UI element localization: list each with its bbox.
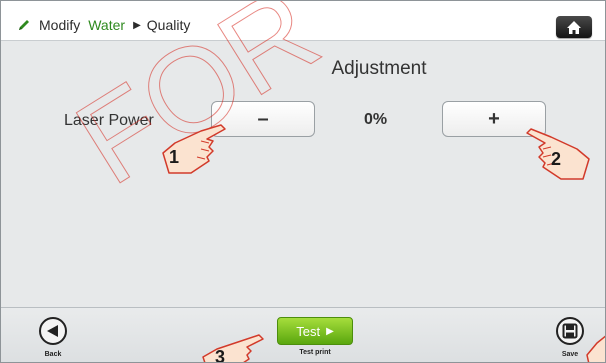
breadcrumb-water[interactable]: Water <box>88 17 125 33</box>
back-button[interactable] <box>39 317 67 345</box>
increase-button[interactable]: + <box>442 101 546 137</box>
breadcrumb: Modify Water ▶ Quality <box>17 15 190 35</box>
home-icon <box>567 20 581 34</box>
test-print-label: Test print <box>299 349 331 356</box>
breadcrumb-separator-icon: ▶ <box>133 19 141 31</box>
breadcrumb-modify[interactable]: Modify <box>39 17 80 33</box>
test-print-button[interactable]: Test ▶ <box>277 317 353 345</box>
header-bar: Modify Water ▶ Quality <box>1 1 605 41</box>
page-title: Adjustment <box>331 58 427 79</box>
test-button-label: Test <box>296 323 321 339</box>
home-button[interactable] <box>556 16 592 38</box>
step-1-label: 1 <box>169 147 180 167</box>
play-icon: ▶ <box>326 325 334 337</box>
step-2-label: 2 <box>551 149 562 169</box>
decrease-button[interactable]: – <box>211 101 315 137</box>
laser-power-value: 0% <box>364 111 388 128</box>
save-icon <box>562 323 578 339</box>
pencil-icon <box>19 20 29 30</box>
save-label: Save <box>561 351 579 358</box>
back-label: Back <box>44 351 62 358</box>
laser-power-label: Laser Power <box>64 112 154 129</box>
breadcrumb-quality: Quality <box>146 17 191 33</box>
step-3-label: 3 <box>215 347 226 363</box>
back-arrow-icon <box>47 325 58 337</box>
save-button[interactable] <box>556 317 584 345</box>
machine-screen: Modify Water ▶ Quality Adjustment Laser … <box>0 0 606 363</box>
